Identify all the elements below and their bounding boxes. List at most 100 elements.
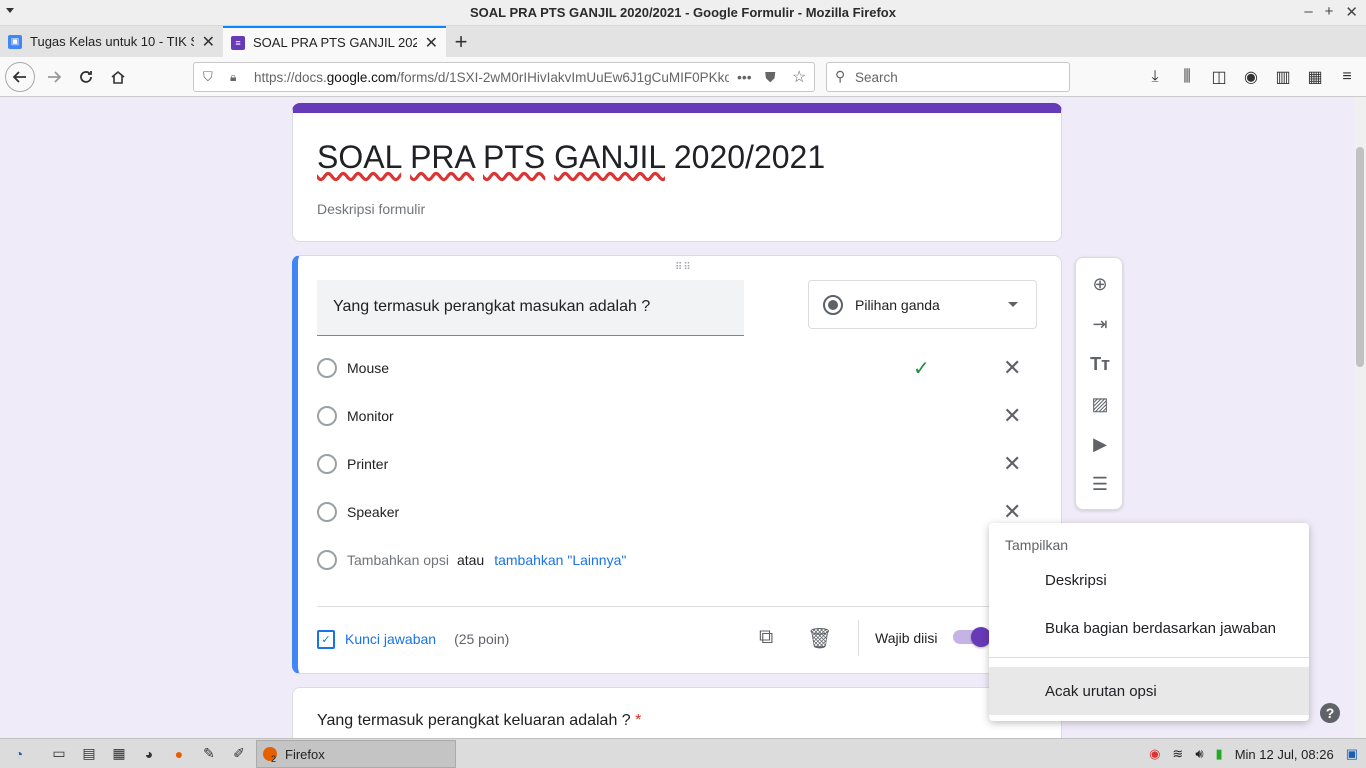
writer-icon[interactable]: ▤ [78, 743, 100, 765]
tab-classroom[interactable]: ▣ Tugas Kelas untuk 10 - TIK SE ✕ [0, 26, 223, 57]
wifi-icon[interactable]: ≋ [1172, 746, 1183, 762]
add-section-icon[interactable]: ☰ [1088, 472, 1112, 496]
downloads-icon[interactable]: ⤓ [1144, 63, 1166, 91]
close-tab-icon[interactable]: ✕ [202, 32, 215, 52]
radio-circle-icon [317, 406, 337, 426]
delete-trash-icon[interactable]: 🗑︎ [807, 626, 832, 651]
question-2-title: Yang termasuk perangkat keluaran adalah … [317, 712, 642, 729]
apps-icon[interactable]: ▦ [1304, 63, 1326, 91]
radio-type-icon [823, 294, 843, 315]
menu-header: Tampilkan [1005, 537, 1069, 553]
remove-option-icon[interactable]: ✕ [1003, 451, 1021, 477]
menu-item-go-to-section[interactable]: Buka bagian berdasarkan jawaban [989, 604, 1309, 652]
url-text[interactable]: https://docs.google.com/forms/d/1SXI-2wM… [254, 70, 729, 85]
scrollbar-thumb[interactable] [1356, 147, 1364, 367]
option-row[interactable]: Speaker ✕ [317, 492, 1021, 532]
add-question-icon[interactable]: ⊕ [1088, 272, 1112, 296]
question-type-dropdown[interactable]: Pilihan ganda [808, 280, 1037, 329]
browser-icon[interactable]: ◕ [138, 743, 160, 765]
window-controls: – + ✕ [1304, 3, 1358, 21]
answer-key-button[interactable]: ✓ Kunci jawaban [317, 629, 437, 649]
lock-icon[interactable]: 🔒︎ [230, 70, 236, 85]
reader-view-icon[interactable]: ◫ [1208, 63, 1230, 91]
add-title-icon[interactable]: Tт [1088, 352, 1112, 376]
firefox-launcher-icon[interactable]: ● [168, 743, 190, 765]
menu-item-shuffle-options[interactable]: Acak urutan opsi [989, 667, 1309, 715]
radio-circle-icon [317, 502, 337, 522]
drag-handle-icon[interactable]: ⠿⠿ [675, 262, 692, 273]
tab-label: Tugas Kelas untuk 10 - TIK SE [30, 34, 194, 49]
add-other-button[interactable]: tambahkan "Lainnya" [494, 552, 626, 568]
add-option-button[interactable]: Tambahkan opsi [347, 552, 449, 568]
option-label[interactable]: Speaker [347, 504, 399, 520]
page-scrollbar[interactable] [1354, 97, 1366, 738]
text-editor-icon[interactable]: ✎ [198, 743, 220, 765]
show-desktop-icon[interactable]: ▣ [1346, 746, 1358, 762]
close-window-icon[interactable]: ✕ [1345, 3, 1358, 21]
option-label[interactable]: Printer [347, 456, 388, 472]
file-manager-icon[interactable]: ▭ [48, 743, 70, 765]
reload-button[interactable] [72, 63, 100, 91]
tray-alert-icon[interactable]: ◉ [1149, 746, 1160, 762]
url-bar[interactable]: ⛉ 🔒︎ https://docs.google.com/forms/d/1SX… [193, 62, 815, 92]
hamburger-menu-icon[interactable]: ≡ [1336, 63, 1358, 91]
shield-icon[interactable]: ⛉ [203, 69, 213, 85]
close-tab-icon[interactable]: ✕ [425, 33, 438, 53]
back-arrow-icon [12, 71, 26, 83]
start-menu-icon[interactable]: ◔ [8, 743, 30, 765]
task-label: Firefox [285, 746, 325, 762]
help-icon[interactable]: ? [1320, 703, 1340, 723]
option-row[interactable]: Printer ✕ [317, 444, 1021, 484]
question-title-input[interactable]: Yang termasuk perangkat masukan adalah ? [317, 280, 744, 336]
pocket-icon[interactable]: ⛊ [765, 69, 776, 86]
add-video-icon[interactable]: ▶ [1088, 432, 1112, 456]
remove-option-icon[interactable]: ✕ [1003, 355, 1021, 381]
bookmark-star-icon[interactable]: ☆ [792, 67, 806, 87]
library-icon[interactable]: ⫼ [1176, 63, 1198, 91]
option-row[interactable]: Monitor ✕ [317, 396, 1021, 436]
taskbar-firefox-task[interactable]: 2 Firefox [256, 740, 456, 768]
new-tab-icon[interactable]: + [446, 26, 476, 57]
tab-strip: ▣ Tugas Kelas untuk 10 - TIK SE ✕ ≡ SOAL… [0, 26, 1366, 57]
clock[interactable]: Min 12 Jul, 08:26 [1235, 747, 1334, 762]
menu-divider [989, 657, 1309, 658]
page-actions-icon[interactable]: ••• [737, 69, 752, 85]
back-button[interactable] [5, 62, 35, 92]
form-description-field[interactable]: Deskripsi formulir [317, 201, 425, 217]
option-label[interactable]: Mouse [347, 360, 389, 376]
battery-icon[interactable]: ▮ [1216, 746, 1223, 762]
option-label[interactable]: Monitor [347, 408, 394, 424]
remove-option-icon[interactable]: ✕ [1003, 499, 1021, 525]
account-icon[interactable]: ◉ [1240, 63, 1262, 91]
duplicate-icon[interactable]: ⧉ [759, 626, 773, 649]
form-title[interactable]: SOAL PRA PTS GANJIL 2020/2021 [317, 139, 825, 176]
maximize-icon[interactable]: + [1325, 3, 1334, 21]
extension-icon[interactable]: ▥ [1272, 63, 1294, 91]
search-input[interactable]: ⚲ Search [826, 62, 1070, 92]
calc-icon[interactable]: ▦ [108, 743, 130, 765]
question-card-1[interactable]: ⠿⠿ Yang termasuk perangkat masukan adala… [292, 255, 1062, 674]
minimize-icon[interactable]: – [1304, 3, 1312, 21]
question-card-2[interactable]: Yang termasuk perangkat keluaran adalah … [292, 687, 1062, 738]
divider [317, 606, 1037, 607]
search-icon: ⚲ [835, 68, 846, 84]
add-option-row: Tambahkan opsi atau tambahkan "Lainnya" [317, 540, 1017, 580]
more-options-menu: Tampilkan Deskripsi Buka bagian berdasar… [989, 523, 1309, 721]
answer-key-label: Kunci jawaban [345, 631, 437, 647]
radio-circle-icon [317, 550, 337, 570]
home-button[interactable] [104, 63, 132, 91]
option-row[interactable]: Mouse ✓ ✕ [317, 348, 1021, 388]
vertical-divider [858, 620, 859, 656]
remove-option-icon[interactable]: ✕ [1003, 403, 1021, 429]
menu-item-description[interactable]: Deskripsi [989, 556, 1309, 604]
volume-icon[interactable]: 🔊︎ [1195, 746, 1203, 762]
window-menu-icon[interactable] [6, 8, 14, 13]
correct-answer-check-icon: ✓ [913, 357, 930, 380]
import-questions-icon[interactable]: ⇥ [1088, 312, 1112, 336]
tab-forms[interactable]: ≡ SOAL PRA PTS GANJIL 2020/2 ✕ [223, 26, 446, 57]
add-image-icon[interactable]: ▨ [1088, 392, 1112, 416]
draw-icon[interactable]: ✐ [228, 743, 250, 765]
forward-button[interactable] [40, 63, 68, 91]
toolbar-right: ⤓ ⫼ ◫ ◉ ▥ ▦ ≡ [1144, 63, 1358, 91]
required-toggle[interactable] [953, 627, 991, 647]
